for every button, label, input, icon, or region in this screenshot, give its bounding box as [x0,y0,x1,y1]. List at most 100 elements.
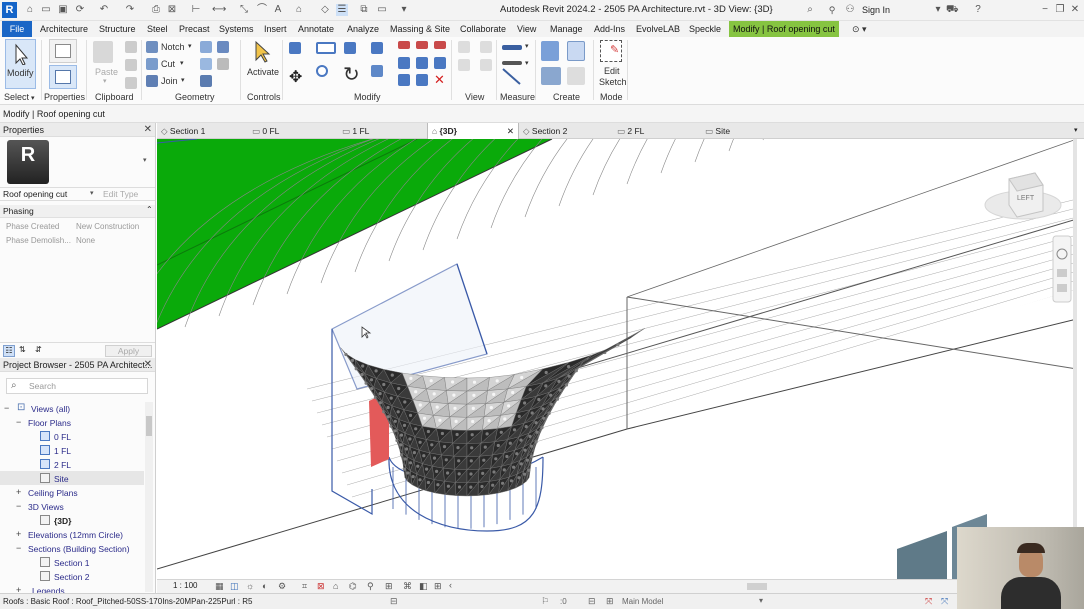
search-icon[interactable]: ⌕ [804,4,816,16]
override-icon[interactable] [480,41,492,53]
worksets-icon[interactable]: ⊟ [390,596,398,607]
tree-views-all[interactable]: Views (all) [31,404,70,414]
remove-paint-icon[interactable] [200,75,212,87]
open-icon[interactable]: ▭ [40,4,52,16]
type-properties-icon[interactable] [49,39,77,63]
dimension-measure-icon[interactable] [502,61,522,65]
select-links-icon[interactable]: ⤧ [925,596,932,607]
tab-file[interactable]: File [2,21,32,37]
sun-path-icon[interactable]: ☼ [246,581,254,591]
tree-section-2[interactable]: Section 2 [54,572,89,582]
instance-filter[interactable]: Roof opening cut ▾ Edit Type [0,187,155,201]
edit-sketch-icon[interactable]: ✎ [600,40,622,62]
undo-icon[interactable]: ↶ [98,4,110,16]
extend-icon[interactable] [434,57,446,69]
select-underlay-icon[interactable]: ⤧ [941,596,948,607]
paint-icon[interactable] [200,58,212,70]
3d-view-icon[interactable]: ⌂ [293,4,305,16]
view-tab-section-1[interactable]: ◇ Section 1 [161,123,205,139]
sign-in-link[interactable]: Sign In [862,5,890,15]
aligned-icon[interactable] [502,67,522,87]
detail-icon[interactable]: ⌒ [256,4,268,16]
zoom-icon[interactable] [1057,269,1067,277]
text-icon[interactable]: A [272,4,284,16]
reveal-constraints-icon[interactable]: ⊞ [434,581,442,592]
wall-joins-icon[interactable] [200,41,212,53]
close-icon[interactable]: ✕ [144,358,152,372]
measure-icon[interactable]: ⊢ [190,4,202,16]
redo-icon[interactable]: ↷ [124,4,136,16]
dimension-icon[interactable]: ⟷ [212,4,226,16]
graphics-icon[interactable] [480,59,492,71]
view-tab-1-fl[interactable]: ▭ 1 FL [342,123,369,139]
ribbon-display-toggle-icon[interactable]: ⊙ ▾ [848,21,871,37]
pan-icon[interactable] [1057,284,1067,292]
trim-extend-icon[interactable] [371,65,383,77]
lock-view-icon[interactable]: ⌂ [333,581,338,591]
align-icon[interactable] [289,42,301,54]
temp-hide-icon[interactable]: ⌬ [349,581,357,592]
notch-dropdown-icon[interactable]: ▾ [188,42,192,50]
customize-qat-icon[interactable]: ▾ [398,4,410,16]
tab-insert[interactable]: Insert [260,21,291,37]
analytical-icon[interactable]: ⌘ [403,581,412,592]
cut-clipboard-icon[interactable] [125,59,137,71]
phase-created-value[interactable]: New Construction [76,222,139,231]
cut-label[interactable]: Cut [161,59,175,69]
rotate-icon[interactable]: ↻ [343,62,360,87]
close-hidden-icon[interactable]: ⊠ [166,4,178,16]
panel-select[interactable]: Select [4,92,29,102]
active-design-option[interactable]: Main Model [622,597,663,606]
help-icon[interactable]: ? [972,4,984,16]
copy-icon[interactable] [125,41,137,53]
properties-icon[interactable] [49,65,77,89]
horizontal-scrollbar[interactable] [747,583,767,590]
sort-asc-icon[interactable]: ⇅ [19,345,26,354]
tree-toggle[interactable]: − [16,417,21,427]
edit-type-button[interactable]: Edit Type [103,189,138,199]
cut-geometry-icon[interactable] [146,58,158,70]
navigation-bar[interactable] [1052,235,1072,303]
tab-speckle[interactable]: Speckle [685,21,725,37]
tree-site[interactable]: Site [54,474,69,484]
design-option-icon[interactable]: ⊞ [606,596,614,607]
minimize-icon[interactable]: − [1039,4,1051,16]
tab-add-ins[interactable]: Add-Ins [590,21,629,37]
join-label[interactable]: Join [161,76,178,86]
tree-3d-views[interactable]: 3D Views [28,502,64,512]
delete-icon[interactable]: ✕ [434,72,445,88]
tree-floor-plans[interactable]: Floor Plans [28,418,71,428]
modify-button[interactable]: Modify [5,39,36,89]
tab-view[interactable]: View [513,21,540,37]
model-scene[interactable]: LEFT [157,139,1077,580]
demolish-icon[interactable] [217,58,229,70]
cut-dropdown-icon[interactable]: ▾ [180,59,184,67]
view-tab-site[interactable]: ▭ Site [705,123,730,139]
tag-icon[interactable]: ⤡ [238,4,250,16]
filter-dropdown-icon[interactable]: ▾ [90,189,94,197]
array-icon[interactable] [398,57,410,69]
browser-scrollbar[interactable] [145,402,153,592]
view-tab-section-2[interactable]: ◇ Section 2 [523,123,567,139]
tree-toggle[interactable]: + [16,487,21,497]
categorize-icon[interactable]: ☷ [3,345,15,357]
tab-annotate[interactable]: Annotate [294,21,338,37]
tree-0-fl[interactable]: 0 FL [54,432,71,442]
sync-icon[interactable]: ⟳ [74,4,86,16]
tab-systems[interactable]: Systems [215,21,258,37]
tree-elevations[interactable]: Elevations (12mm Circle) [28,530,123,540]
phasing-group[interactable]: Phasing ⌃ [0,205,155,218]
activate-label[interactable]: Activate [247,67,279,77]
collapse-icon[interactable]: ⌃ [146,205,153,214]
scale-icon[interactable] [398,74,410,86]
hide-icon[interactable] [458,41,470,53]
unpin-icon[interactable] [416,74,428,86]
close-tab-icon[interactable]: ✕ [507,123,514,139]
paste-icon[interactable] [93,41,113,63]
tab-evolvelab[interactable]: EvolveLAB [632,21,684,37]
thin-lines-icon[interactable]: ☰ [336,4,348,16]
paste-label[interactable]: Paste [95,67,118,77]
tab-structure[interactable]: Structure [95,21,140,37]
close-icon[interactable]: ✕ [144,123,152,137]
tab-analyze[interactable]: Analyze [343,21,383,37]
